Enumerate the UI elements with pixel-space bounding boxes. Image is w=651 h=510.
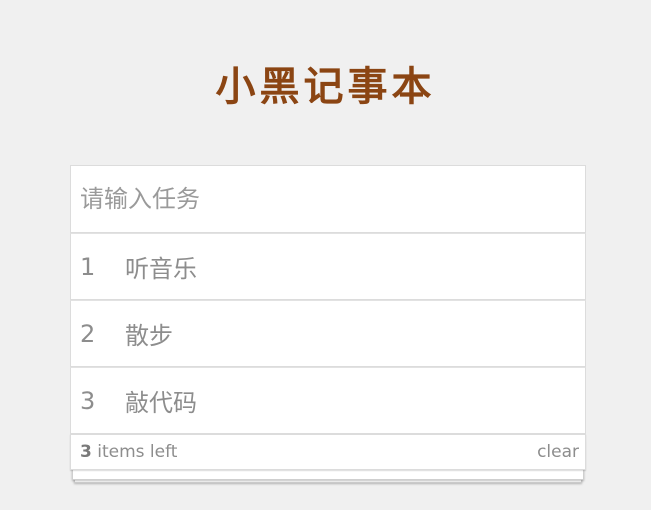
todo-index: 3 xyxy=(80,386,96,415)
items-left-label: items left xyxy=(91,442,178,462)
todo-app: 1 听音乐 2 散步 3 敲代码 3 items left clear xyxy=(70,165,586,484)
todo-text: 敲代码 xyxy=(125,389,197,417)
footer-area: 3 items left clear xyxy=(70,434,586,484)
todo-item[interactable]: 2 散步 xyxy=(70,300,586,367)
items-left-count: 3 xyxy=(80,442,92,462)
todo-index: 2 xyxy=(80,319,96,348)
todo-index: 1 xyxy=(80,252,96,281)
todo-item[interactable]: 1 听音乐 xyxy=(70,233,586,300)
todo-text: 散步 xyxy=(125,322,173,350)
items-left-counter: 3 items left xyxy=(80,442,177,462)
new-task-input[interactable] xyxy=(70,165,586,233)
app-title: 小黑记事本 xyxy=(215,62,436,110)
todo-footer: 3 items left clear xyxy=(70,434,586,470)
todo-item[interactable]: 3 敲代码 xyxy=(70,367,586,434)
todo-list: 1 听音乐 2 散步 3 敲代码 xyxy=(70,233,586,434)
clear-button[interactable]: clear xyxy=(537,442,579,462)
todo-text: 听音乐 xyxy=(125,255,197,283)
